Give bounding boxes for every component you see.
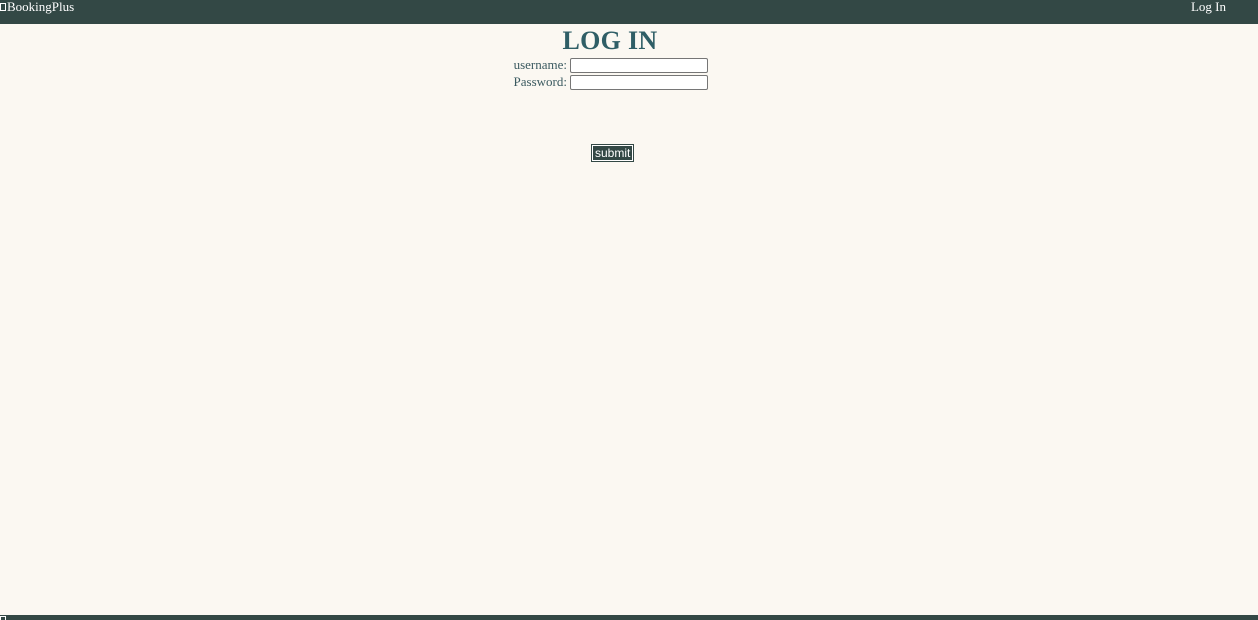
username-label: username: [513,57,567,72]
brand-name: BookingPlus [7,0,75,14]
top-nav-bar: BookingPlus Log In [0,0,1258,24]
login-link[interactable]: Log In [1191,0,1226,14]
password-row: Password: [0,74,708,90]
page-title: LOG IN [562,26,658,55]
footer-bar [0,615,1258,620]
password-label: Password: [513,74,567,89]
username-row: username: [0,57,708,73]
username-input[interactable] [570,57,708,73]
book-icon [0,3,6,11]
submit-button[interactable]: submit [590,144,635,162]
brand[interactable]: BookingPlus [0,0,74,14]
book-icon [0,616,6,620]
password-input[interactable] [570,74,708,90]
